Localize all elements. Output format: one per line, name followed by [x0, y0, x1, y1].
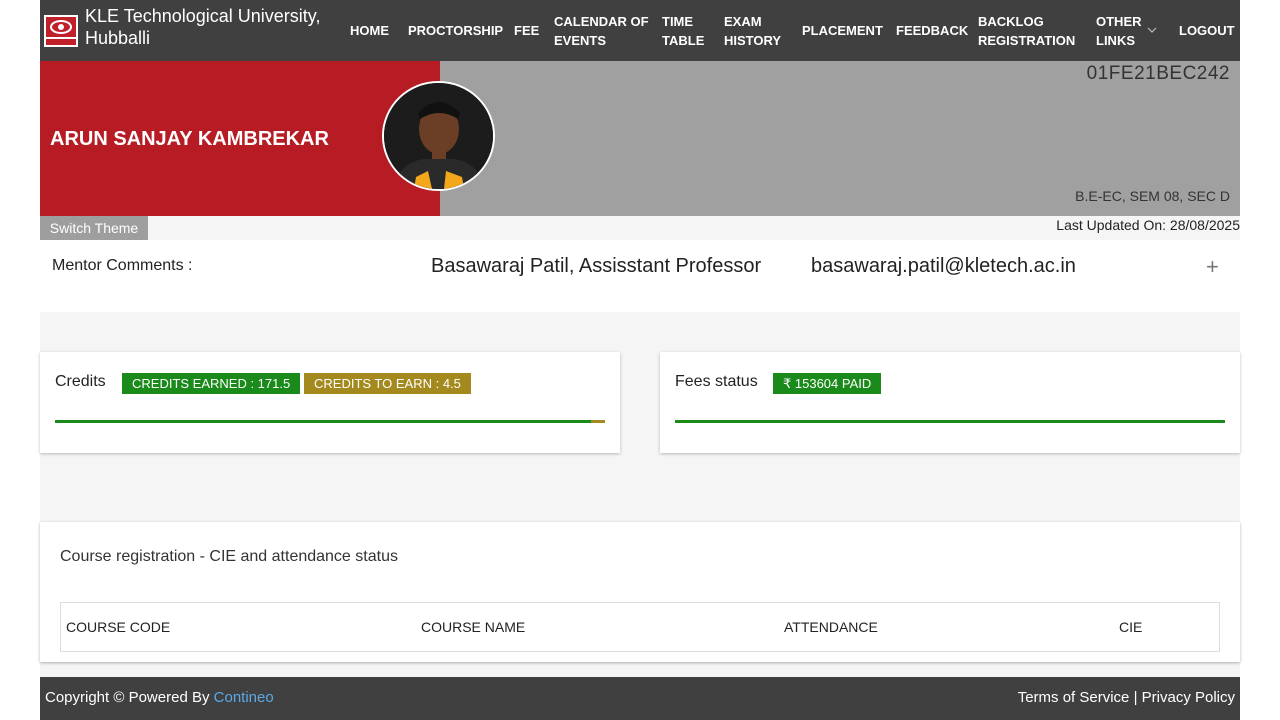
nav-label-line1: EXAM: [724, 13, 762, 29]
fees-card: Fees status ₹ 153604 PAID: [660, 352, 1240, 453]
mentor-comments-label: Mentor Comments :: [52, 257, 193, 274]
privacy-policy-link[interactable]: Privacy Policy: [1142, 689, 1235, 706]
nav-other-links[interactable]: OTHER LINKS: [1096, 0, 1142, 61]
student-name: ARUN SANJAY KAMBREKAR: [50, 128, 329, 150]
nav-feedback[interactable]: FEEDBACK: [896, 0, 968, 61]
last-updated: Last Updated On: 28/08/2025: [1056, 217, 1240, 233]
nav-label-line1: TIME: [662, 13, 694, 29]
course-registration-card: Course registration - CIE and attendance…: [40, 522, 1240, 662]
nav-label: FEE: [514, 23, 540, 38]
column-header-attendance[interactable]: ATTENDANCE: [784, 619, 878, 635]
nav-label-line1: CALENDAR OF: [554, 13, 649, 29]
mentor-comments-panel: Mentor Comments : Basawaraj Patil, Assis…: [40, 240, 1240, 312]
nav-home[interactable]: HOME: [350, 0, 389, 61]
nav-calendar-of-events[interactable]: CALENDAR OF EVENTS: [554, 0, 649, 61]
nav-label-line2: TABLE: [662, 32, 705, 48]
nav-label: HOME: [350, 23, 389, 38]
nav-label-line2: LINKS: [1096, 32, 1135, 48]
nav-proctorship[interactable]: PROCTORSHIP: [408, 0, 503, 61]
footer-links: Terms of Service | Privacy Policy: [1018, 689, 1235, 706]
mentor-name: Basawaraj Patil, Assisstant Professor: [431, 255, 762, 277]
chevron-down-icon[interactable]: [1147, 26, 1157, 34]
column-header-course-code[interactable]: COURSE CODE: [66, 619, 170, 635]
university-name[interactable]: KLE Technological University, Hubballi: [85, 5, 335, 49]
nav-placement[interactable]: PLACEMENT: [802, 0, 883, 61]
credits-progress-bar: [55, 420, 605, 423]
column-header-cie[interactable]: CIE: [1119, 619, 1142, 635]
credits-earned-badge: CREDITS EARNED : 171.5: [122, 373, 301, 394]
credits-earned-fill: [55, 420, 591, 423]
terms-of-service-link[interactable]: Terms of Service: [1018, 689, 1130, 706]
footer-copyright: Copyright © Powered By Contineo: [45, 689, 274, 706]
university-name-line1: KLE Technological University,: [85, 6, 321, 26]
avatar: [382, 81, 495, 191]
contineo-link[interactable]: Contineo: [214, 689, 274, 706]
nav-fee[interactable]: FEE: [514, 0, 539, 61]
nav-label: PROCTORSHIP: [408, 23, 504, 38]
fees-progress-bar: [675, 420, 1225, 423]
column-header-course-name[interactable]: COURSE NAME: [421, 619, 525, 635]
nav-label: PLACEMENT: [802, 23, 883, 38]
nav-time-table[interactable]: TIME TABLE: [662, 0, 704, 61]
nav-label-line1: OTHER: [1096, 13, 1142, 29]
nav-label: FEEDBACK: [896, 23, 969, 38]
footer-separator: |: [1129, 689, 1142, 706]
credits-to-earn-fill: [590, 420, 605, 423]
expand-plus-icon[interactable]: +: [1206, 254, 1219, 280]
page: KLE Technological University, Hubballi H…: [40, 0, 1240, 720]
student-usn: 01FE21BEC242: [1086, 63, 1230, 84]
course-info: B.E-EC, SEM 08, SEC D: [1075, 188, 1230, 204]
nav-label-line2: EVENTS: [554, 32, 607, 48]
top-navbar: KLE Technological University, Hubballi H…: [40, 0, 1240, 61]
nav-label-line2: REGISTRATION: [978, 32, 1076, 48]
university-name-line2: Hubballi: [85, 28, 151, 48]
fees-paid-badge: ₹ 153604 PAID: [773, 373, 882, 394]
footer: Copyright © Powered By Contineo Terms of…: [40, 677, 1240, 720]
nav-backlog-registration[interactable]: BACKLOG REGISTRATION: [978, 0, 1075, 61]
credits-card: Credits CREDITS EARNED : 171.5 CREDITS T…: [40, 352, 620, 453]
nav-exam-history[interactable]: EXAM HISTORY: [724, 0, 781, 61]
credits-title: Credits: [55, 373, 106, 390]
fees-paid-fill: [675, 420, 1225, 423]
nav-label-line1: BACKLOG: [978, 13, 1044, 29]
credits-to-earn-badge: CREDITS TO EARN : 4.5: [304, 373, 471, 394]
switch-theme-button[interactable]: Switch Theme: [40, 216, 148, 240]
copyright-text: Copyright © Powered By: [45, 689, 214, 706]
fees-title: Fees status: [675, 373, 758, 390]
nav-logout[interactable]: LOGOUT: [1179, 0, 1235, 61]
nav-label-line2: HISTORY: [724, 32, 782, 48]
nav-label: LOGOUT: [1179, 23, 1235, 38]
student-photo: [384, 83, 493, 189]
course-table: COURSE CODE COURSE NAME ATTENDANCE CIE: [60, 602, 1220, 652]
course-registration-title: Course registration - CIE and attendance…: [60, 548, 398, 565]
mentor-email[interactable]: basawaraj.patil@kletech.ac.in: [811, 255, 1076, 278]
university-logo[interactable]: [44, 15, 78, 47]
